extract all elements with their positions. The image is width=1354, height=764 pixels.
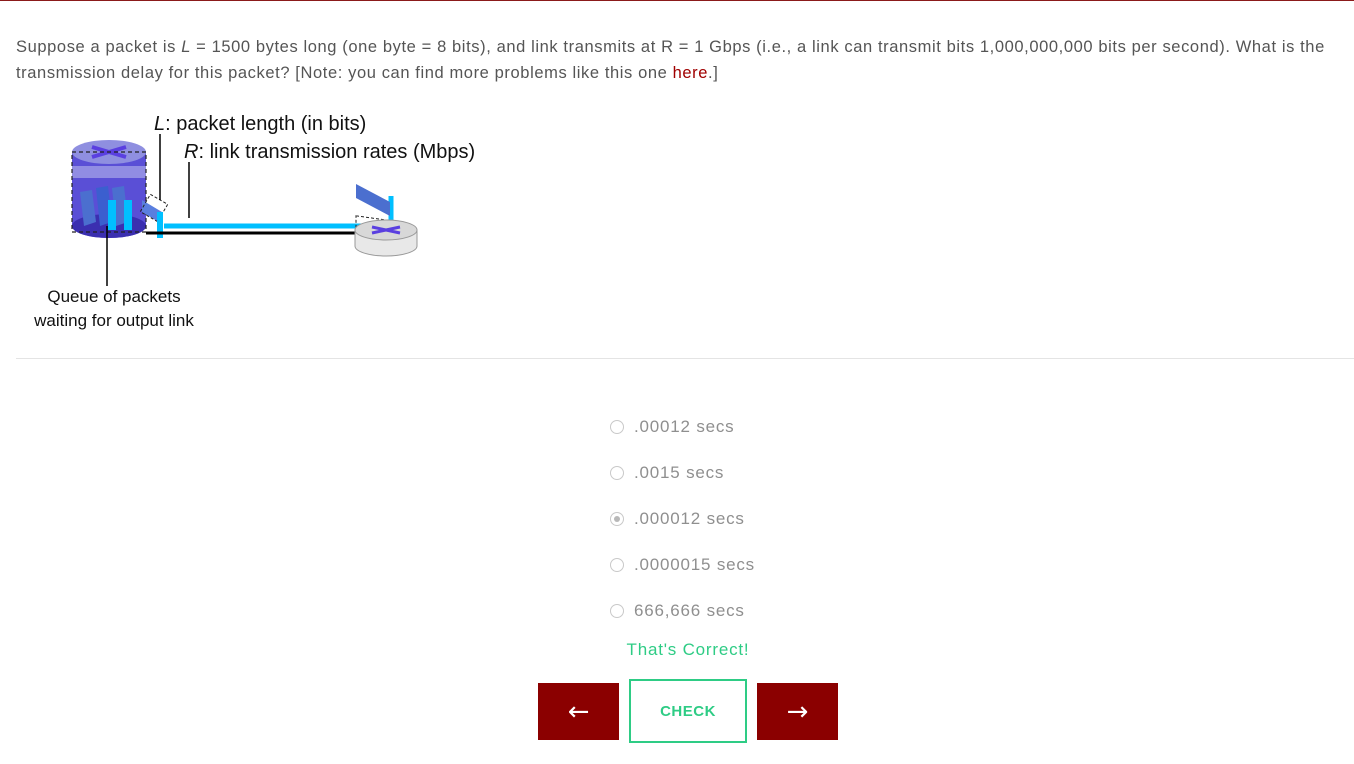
- radio-button-selected[interactable]: [610, 512, 624, 526]
- question-body: = 1500 bytes long (one byte = 8 bits), a…: [16, 38, 1325, 82]
- answer-option-2[interactable]: .0015 secs: [610, 450, 755, 496]
- question-suffix: .]: [708, 64, 719, 82]
- radio-button[interactable]: [610, 420, 624, 434]
- question-prefix: Suppose a packet is: [16, 38, 182, 56]
- transmission-diagram: L: packet length (in bits) R: link trans…: [16, 100, 516, 340]
- option-label: .000012 secs: [634, 509, 745, 528]
- radio-button[interactable]: [610, 604, 624, 618]
- question-var-l: L: [181, 38, 191, 56]
- section-divider: [16, 358, 1354, 359]
- option-label: 666,666 secs: [634, 601, 745, 620]
- radio-button[interactable]: [610, 558, 624, 572]
- previous-button[interactable]: ←: [538, 683, 619, 740]
- answer-option-4[interactable]: .0000015 secs: [610, 542, 755, 588]
- answer-option-3[interactable]: .000012 secs: [610, 496, 755, 542]
- check-button[interactable]: CHECK: [629, 679, 747, 743]
- answer-option-5[interactable]: 666,666 secs: [610, 588, 755, 634]
- option-label: .0000015 secs: [634, 555, 755, 574]
- l-label: L: packet length (in bits): [154, 113, 366, 135]
- queued-packets: [80, 186, 132, 230]
- top-rule: [0, 0, 1354, 1]
- option-label: .0015 secs: [634, 463, 725, 482]
- more-problems-link[interactable]: here: [673, 64, 708, 82]
- answer-options: .00012 secs .0015 secs .000012 secs .000…: [610, 404, 755, 634]
- r-label: R: link transmission rates (Mbps): [184, 141, 475, 163]
- right-router-icon: [354, 219, 418, 257]
- radio-button[interactable]: [610, 466, 624, 480]
- option-label: .00012 secs: [634, 417, 735, 436]
- queue-label-line1: Queue of packets: [47, 287, 180, 306]
- answer-option-1[interactable]: .00012 secs: [610, 404, 755, 450]
- queue-label-line2: waiting for output link: [33, 311, 194, 330]
- question-text: Suppose a packet is L = 1500 bytes long …: [16, 34, 1341, 86]
- feedback-message: That's Correct!: [626, 640, 750, 659]
- next-button[interactable]: →: [757, 683, 838, 740]
